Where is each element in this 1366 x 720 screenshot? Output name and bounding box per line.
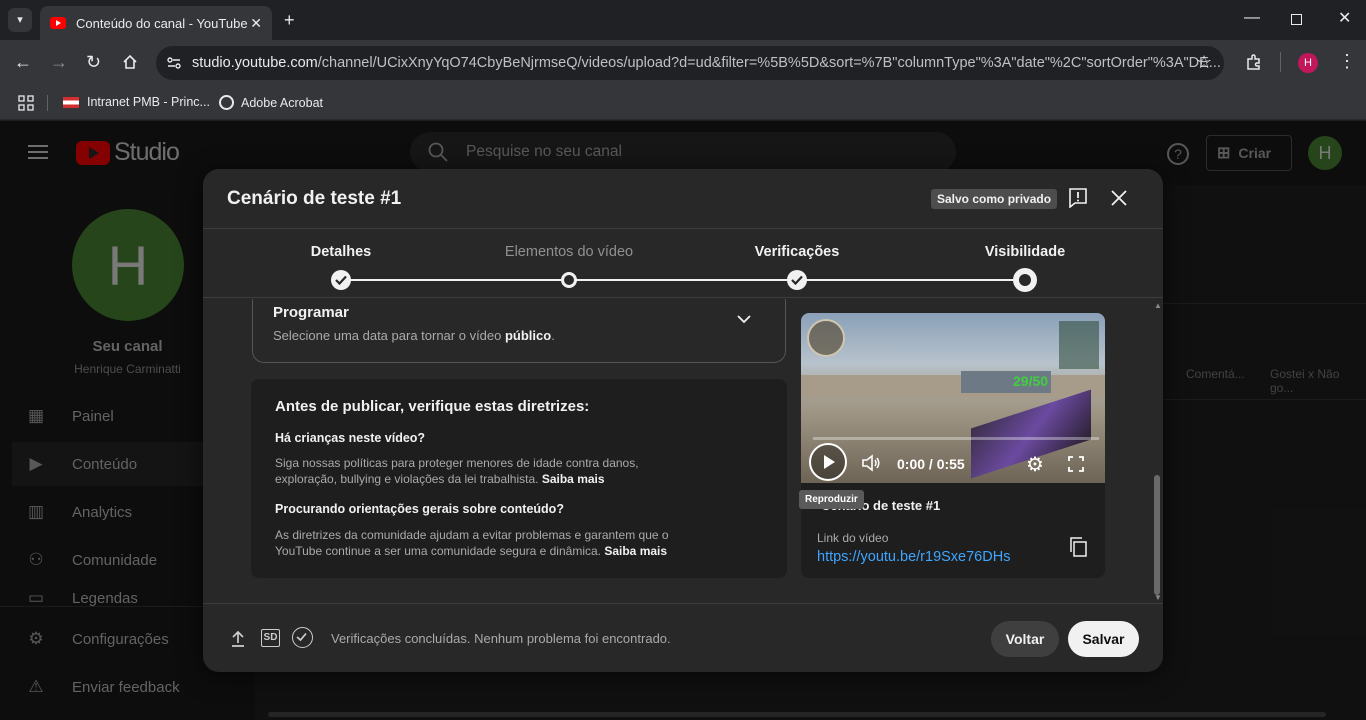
- profile-avatar[interactable]: H: [1298, 53, 1318, 73]
- checks-status: Verificações concluídas. Nenhum problema…: [331, 631, 671, 646]
- guidelines-heading: Antes de publicar, verifique estas diret…: [275, 398, 590, 415]
- dialog-footer: SD Verificações concluídas. Nenhum probl…: [203, 603, 1163, 672]
- browser-menu-icon[interactable]: ⋮: [1338, 52, 1356, 70]
- step-verificacoes[interactable]: Verificações: [755, 244, 840, 260]
- minimap: [807, 319, 845, 357]
- extensions-icon[interactable]: [1245, 53, 1263, 76]
- home-icon[interactable]: [122, 54, 138, 75]
- schedule-section[interactable]: Programar Selecione uma data para tornar…: [252, 299, 786, 363]
- youtube-favicon-icon: [50, 17, 66, 29]
- maximize-icon[interactable]: [1291, 14, 1302, 25]
- address-bar[interactable]: studio.youtube.com/channel/UCixXnyYqO74C…: [156, 46, 1224, 80]
- guideline-answer: As diretrizes da comunidade ajudam a evi…: [275, 528, 669, 558]
- learn-more-link[interactable]: Saiba mais: [542, 472, 605, 486]
- video-time: 0:00 / 0:55: [897, 456, 965, 472]
- video-link[interactable]: https://youtu.be/r19Sxe76DHs: [817, 549, 1010, 565]
- back-button[interactable]: Voltar: [991, 621, 1059, 657]
- dialog-body: Programar Selecione uma data para tornar…: [203, 299, 1163, 602]
- close-tab-icon[interactable]: ✕: [250, 16, 262, 30]
- sd-quality-icon: SD: [261, 629, 280, 647]
- upload-icon: [230, 630, 246, 653]
- hud-panel: [1059, 321, 1099, 369]
- video-link-label: Link do vídeo: [817, 531, 889, 545]
- apps-grid-icon[interactable]: [18, 95, 34, 114]
- upload-stepper: Detalhes Elementos do vídeo Verificações…: [203, 230, 1163, 298]
- volume-icon[interactable]: [861, 454, 881, 477]
- learn-more-link[interactable]: Saiba mais: [604, 544, 667, 558]
- new-tab-icon[interactable]: +: [284, 11, 295, 29]
- chevron-down-icon[interactable]: [737, 311, 751, 329]
- url-host: studio.youtube.com: [192, 55, 318, 71]
- tab-title: Conteúdo do canal - YouTube S: [76, 15, 251, 31]
- step-elementos[interactable]: Elementos do vídeo: [505, 244, 633, 260]
- guidelines-card: Antes de publicar, verifique estas diret…: [251, 379, 787, 578]
- play-tooltip: Reproduzir: [799, 490, 864, 509]
- report-issue-icon[interactable]: [1069, 188, 1087, 213]
- progress-bar[interactable]: [813, 437, 1099, 440]
- hud-score: 29/50: [1013, 373, 1049, 389]
- browser-tab[interactable]: Conteúdo do canal - YouTube S ✕: [40, 6, 272, 40]
- reload-icon[interactable]: ↻: [86, 53, 101, 71]
- bookmark-label: Intranet PMB - Princ...: [87, 95, 210, 109]
- step-detalhes[interactable]: Detalhes: [311, 244, 371, 260]
- checks-done-icon: [292, 627, 313, 648]
- bookmarks-bar: Intranet PMB - Princ... Adobe Acrobat: [0, 86, 1366, 120]
- step-done-check-icon[interactable]: [331, 270, 351, 290]
- play-icon: [824, 455, 835, 469]
- minimize-icon[interactable]: —: [1244, 10, 1260, 26]
- schedule-description: Selecione uma data para tornar o vídeo p…: [273, 328, 555, 343]
- settings-gear-icon[interactable]: ⚙: [1026, 452, 1044, 477]
- save-button[interactable]: Salvar: [1068, 621, 1139, 657]
- site-info-icon[interactable]: [166, 55, 182, 75]
- copy-icon[interactable]: [1069, 537, 1087, 562]
- step-visibilidade[interactable]: Visibilidade: [985, 244, 1065, 260]
- bookmark-adobe[interactable]: Adobe Acrobat: [219, 95, 323, 110]
- flag-icon: [63, 96, 79, 108]
- step-done-check-icon[interactable]: [787, 270, 807, 290]
- url-path: /channel/UCixXnyYqO74CbyBeNjrmseQ/videos…: [317, 55, 1221, 71]
- stepper-line: [341, 279, 1025, 281]
- globe-icon: [219, 95, 234, 110]
- video-player[interactable]: 29/50 0:00 / 0:55 ⚙: [801, 313, 1105, 483]
- bookmark-intranet[interactable]: Intranet PMB - Princ...: [63, 95, 210, 109]
- browser-tab-bar: ▾ Conteúdo do canal - YouTube S ✕ + — ✕: [0, 0, 1366, 40]
- play-button[interactable]: [809, 443, 847, 481]
- saved-status-badge: Salvo como privado: [931, 189, 1058, 209]
- schedule-title: Programar: [273, 304, 349, 321]
- guideline-answer: Siga nossas políticas para proteger meno…: [275, 456, 639, 486]
- browser-toolbar: ← → ↻ studio.youtube.com/channel/UCixXny…: [0, 40, 1366, 86]
- close-window-icon[interactable]: ✕: [1338, 11, 1351, 27]
- video-preview-card: 29/50 0:00 / 0:55 ⚙ Cenário de teste #1 …: [801, 313, 1105, 578]
- forward-icon[interactable]: →: [50, 53, 68, 71]
- close-dialog-icon[interactable]: [1111, 190, 1127, 211]
- dialog-scrollbar[interactable]: ▲ ▼: [1154, 301, 1162, 602]
- guideline-question: Procurando orientações gerais sobre cont…: [275, 502, 564, 516]
- tab-search-button[interactable]: ▾: [8, 8, 32, 32]
- dialog-header: Cenário de teste #1 Salvo como privado: [203, 169, 1163, 229]
- step-current-icon[interactable]: [1013, 268, 1037, 292]
- step-empty-icon[interactable]: [561, 272, 577, 288]
- dialog-title: Cenário de teste #1: [227, 188, 402, 209]
- upload-dialog: Cenário de teste #1 Salvo como privado D…: [203, 169, 1163, 672]
- back-icon[interactable]: ←: [14, 53, 32, 71]
- fullscreen-icon[interactable]: [1068, 456, 1084, 477]
- guideline-question: Há crianças neste vídeo?: [275, 431, 426, 445]
- bookmark-star-icon[interactable]: ☆: [1196, 53, 1212, 71]
- bookmark-label: Adobe Acrobat: [241, 95, 324, 110]
